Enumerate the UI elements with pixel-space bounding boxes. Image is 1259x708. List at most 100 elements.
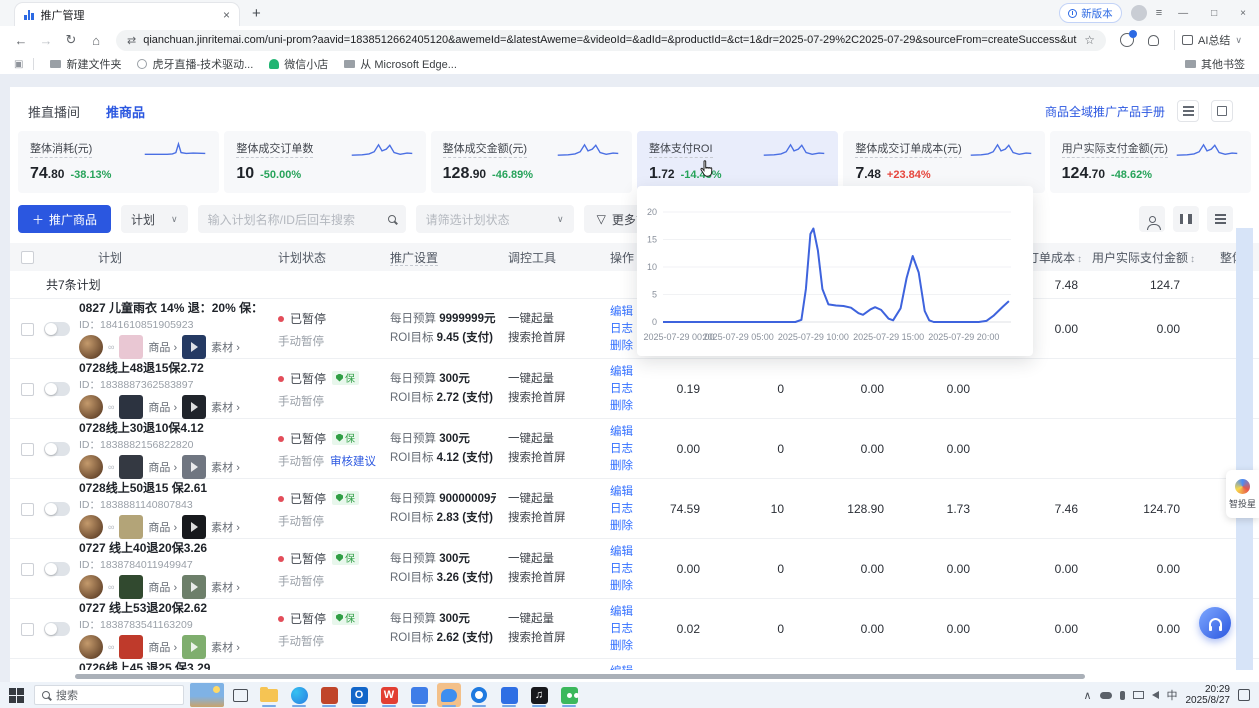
select-all-checkbox[interactable] <box>21 251 34 264</box>
action-link[interactable]: 删除 <box>610 518 656 535</box>
page-tab[interactable]: 推商品 <box>106 102 145 121</box>
ime-indicator[interactable]: 中 <box>1167 687 1178 703</box>
row-toggle[interactable] <box>44 382 70 396</box>
row-toggle[interactable] <box>44 322 70 336</box>
action-link[interactable]: 日志 <box>610 621 656 638</box>
custom-columns-button[interactable] <box>1173 206 1199 232</box>
bookmark-item[interactable]: 从 Microsoft Edge... <box>344 56 457 72</box>
site-settings-icon[interactable]: ⇄ <box>127 34 136 47</box>
forward-button[interactable]: → <box>35 33 57 48</box>
material-thumbnail[interactable] <box>182 395 206 419</box>
material-link[interactable]: 素材 › <box>211 339 240 355</box>
back-button[interactable]: ← <box>10 33 32 48</box>
plan-title[interactable]: 0728线上50退15 保2.61 <box>79 479 240 496</box>
extensions-icon[interactable] <box>1120 33 1134 47</box>
volume-icon[interactable] <box>1152 691 1159 699</box>
tool-link[interactable]: 搜索抢首屏 <box>508 389 598 408</box>
product-link[interactable]: 商品 › <box>148 519 177 535</box>
display-icon[interactable] <box>1133 691 1144 699</box>
product-thumbnail[interactable] <box>119 395 143 419</box>
zhitouxing-widget[interactable]: 智投星 <box>1226 470 1259 518</box>
adjust-metrics-button[interactable] <box>1177 100 1199 122</box>
start-button[interactable] <box>9 688 24 703</box>
material-thumbnail[interactable] <box>182 335 206 359</box>
tool-link[interactable]: 一键起量 <box>508 550 598 569</box>
row-checkbox[interactable] <box>21 323 34 336</box>
search-icon[interactable] <box>388 215 396 223</box>
promote-product-button[interactable]: ＋推广商品 <box>18 205 111 233</box>
material-thumbnail[interactable] <box>182 455 206 479</box>
action-link[interactable]: 编辑 <box>610 544 656 561</box>
product-thumbnail[interactable] <box>119 575 143 599</box>
product-thumbnail[interactable] <box>119 455 143 479</box>
window-close-button[interactable]: × <box>1233 8 1253 19</box>
action-link[interactable]: 日志 <box>610 441 656 458</box>
other-bookmarks[interactable]: 其他书签 <box>1185 56 1245 72</box>
browser-tab[interactable]: 推广管理 × <box>14 2 240 26</box>
status-filter-select[interactable]: 请筛选计划状态∨ <box>416 205 574 233</box>
product-manual-link[interactable]: 商品全域推广产品手册 <box>1045 103 1165 120</box>
action-link[interactable]: 日志 <box>610 381 656 398</box>
sort-icon[interactable]: ↕ <box>1077 254 1082 265</box>
tray-expand-icon[interactable]: ∧ <box>1083 689 1091 702</box>
custom-audience-button[interactable] <box>1139 206 1165 232</box>
product-link[interactable]: 商品 › <box>148 579 177 595</box>
side-panel-strip[interactable] <box>1236 228 1253 676</box>
row-checkbox[interactable] <box>21 443 34 456</box>
reload-button[interactable]: ↻ <box>60 32 82 48</box>
taskbar-search[interactable]: 搜索 <box>34 685 184 705</box>
action-link[interactable]: 编辑 <box>610 604 656 621</box>
mic-icon[interactable] <box>1120 691 1125 700</box>
cloud-icon[interactable] <box>1100 692 1112 699</box>
task-view-button[interactable] <box>233 689 248 702</box>
stat-card[interactable]: 整体支付ROI 1.72 -14.43% <box>637 131 838 193</box>
action-link[interactable]: 删除 <box>610 638 656 655</box>
product-thumbnail[interactable] <box>119 515 143 539</box>
row-toggle[interactable] <box>44 442 70 456</box>
bookmark-item[interactable]: 虎牙直播-技术驱动... <box>137 56 253 72</box>
material-link[interactable]: 素材 › <box>211 459 240 475</box>
new-version-badge[interactable]: 新版本 <box>1059 3 1122 23</box>
tool-link[interactable]: 一键起量 <box>508 370 598 389</box>
taskbar-app-file-explorer[interactable] <box>257 683 281 707</box>
reading-list-icon[interactable]: ▣ <box>14 59 23 70</box>
material-thumbnail[interactable] <box>182 575 206 599</box>
plan-title[interactable]: 0727 线上40退20保3.26 <box>79 539 240 556</box>
tool-link[interactable]: 搜索抢首屏 <box>508 569 598 588</box>
tool-link[interactable]: 搜索抢首屏 <box>508 509 598 528</box>
taskbar-app-wps[interactable]: W <box>377 683 401 707</box>
taskbar-app-active-browser[interactable] <box>437 683 461 707</box>
address-bar[interactable]: ⇄ qianchuan.jinritemai.com/uni-prom?aavi… <box>116 30 1106 51</box>
material-link[interactable]: 素材 › <box>211 519 240 535</box>
bookmark-item[interactable]: 新建文件夹 <box>50 56 121 72</box>
stat-card[interactable]: 整体成交金额(元) 128.90 -46.89% <box>431 131 632 193</box>
tool-link[interactable]: 搜索抢首屏 <box>508 629 598 648</box>
material-thumbnail[interactable] <box>182 515 206 539</box>
action-link[interactable]: 编辑 <box>610 424 656 441</box>
tab-close-icon[interactable]: × <box>223 8 230 22</box>
row-checkbox[interactable] <box>21 563 34 576</box>
row-checkbox[interactable] <box>21 383 34 396</box>
search-input[interactable]: 输入计划名称/ID后回车搜索 <box>198 205 406 233</box>
new-tab-button[interactable]: + <box>252 5 261 22</box>
review-suggestion-link[interactable]: 审核建议 <box>330 456 376 468</box>
browser-profile-avatar[interactable] <box>1131 5 1147 21</box>
tool-link[interactable]: 搜索抢首屏 <box>508 329 598 348</box>
action-link[interactable]: 日志 <box>610 561 656 578</box>
ai-summary-button[interactable]: AI总结∨ <box>1174 30 1249 50</box>
stat-card[interactable]: 整体消耗(元) 74.80 -38.13% <box>18 131 219 193</box>
profile-menu-icon[interactable]: ≡ <box>1156 7 1162 19</box>
stat-card[interactable]: 用户实际支付金额(元) 124.70 -48.62% <box>1050 131 1251 193</box>
clock[interactable]: 20:292025/8/27 <box>1186 684 1231 706</box>
material-thumbnail[interactable] <box>182 635 206 659</box>
material-link[interactable]: 素材 › <box>211 639 240 655</box>
taskbar-app-outlook[interactable]: O <box>347 683 371 707</box>
plan-title[interactable]: 0728线上30退10保4.12 <box>79 419 240 436</box>
product-link[interactable]: 商品 › <box>148 639 177 655</box>
taskbar-app-wechat[interactable] <box>557 683 581 707</box>
page-tab[interactable]: 推直播间 <box>28 102 80 121</box>
plan-title[interactable]: 0727 线上53退20保2.62 <box>79 599 240 616</box>
tool-link[interactable]: 搜索抢首屏 <box>508 449 598 468</box>
plan-title[interactable]: 0728线上48退15保2.72 <box>79 359 240 376</box>
row-checkbox[interactable] <box>21 503 34 516</box>
